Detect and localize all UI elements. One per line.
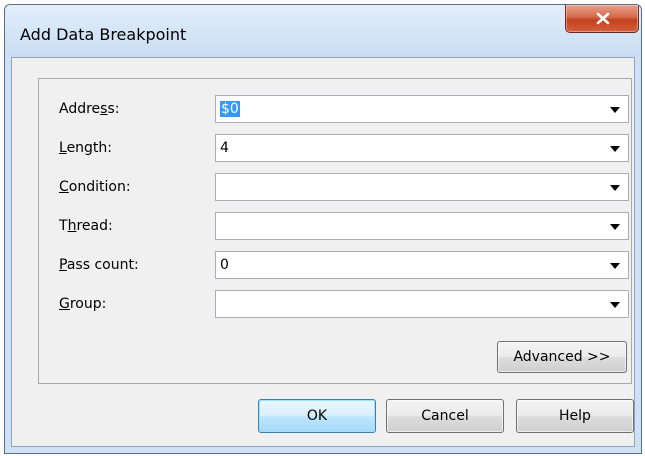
length-value: 4 (220, 140, 229, 156)
chevron-down-icon[interactable] (610, 263, 620, 269)
help-button[interactable]: Help (516, 399, 634, 433)
breakpoint-fields-group: Address: $0 Length: 4 Condition: Thread: (38, 78, 632, 384)
chevron-down-icon[interactable] (610, 146, 620, 152)
address-value: $0 (220, 101, 240, 117)
cancel-button[interactable]: Cancel (386, 399, 504, 433)
length-combobox[interactable]: 4 (215, 134, 629, 162)
address-combobox[interactable]: $0 (215, 95, 629, 123)
condition-label: Condition: (59, 179, 131, 195)
advanced-button[interactable]: Advanced >> (497, 341, 627, 373)
chevron-down-icon[interactable] (610, 107, 620, 113)
close-icon (596, 12, 610, 25)
chevron-down-icon[interactable] (610, 185, 620, 191)
chevron-down-icon[interactable] (610, 302, 620, 308)
dialog-title: Add Data Breakpoint (20, 25, 187, 44)
ok-button[interactable]: OK (258, 399, 376, 433)
thread-combobox[interactable] (215, 212, 629, 240)
thread-label: Thread: (59, 218, 113, 234)
group-label: Group: (59, 296, 107, 312)
dialog-client-area: Address: $0 Length: 4 Condition: Thread: (11, 57, 635, 447)
dialog-window: Add Data Breakpoint Address: $0 Length: … (4, 4, 642, 454)
chevron-down-icon[interactable] (610, 224, 620, 230)
pass-count-value: 0 (220, 257, 229, 273)
address-label: Address: (59, 101, 120, 117)
length-label: Length: (59, 140, 113, 156)
condition-combobox[interactable] (215, 173, 629, 201)
close-button[interactable] (565, 5, 639, 33)
group-combobox[interactable] (215, 290, 629, 318)
title-bar[interactable]: Add Data Breakpoint (5, 5, 641, 57)
pass-count-combobox[interactable]: 0 (215, 251, 629, 279)
pass-count-label: Pass count: (59, 257, 139, 273)
